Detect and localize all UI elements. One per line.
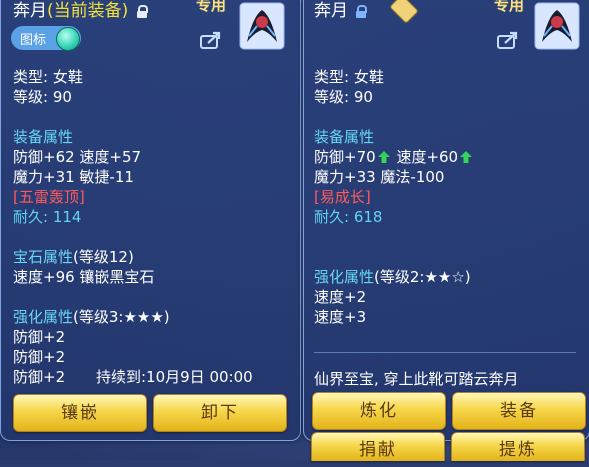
item-level: 等级: 90	[13, 88, 72, 106]
durability: 耐久: 618	[314, 208, 383, 226]
attr-line-1: 防御+70 速度+60	[314, 146, 474, 167]
gem-attr-row: 宝石属性(等级12)	[13, 246, 134, 267]
enhance-attr-header: 强化属性	[314, 268, 375, 286]
item-title: 奔月	[314, 0, 368, 21]
toggle-label: 图标	[20, 33, 47, 48]
item-description: 仙界至宝, 穿上此靴可踏云奔月	[314, 370, 519, 388]
attr-line-2: 魔力+31 敏捷-11	[13, 168, 134, 186]
gem-level: (等级12)	[73, 248, 134, 266]
enhance-line: 速度+3	[314, 308, 367, 326]
compare-equipment-panel: 奔月 专用 类型: 女鞋 等级: 90 装备属性 防御+70 速度+60 魔力+…	[303, 0, 589, 441]
enhance-line: 速度+2	[314, 288, 367, 306]
attr-line-2: 魔力+33 魔法-100	[314, 168, 445, 186]
defense-value: 防御+70	[314, 148, 376, 166]
up-arrow-icon	[460, 151, 473, 163]
enhance-line: 防御+2	[13, 368, 66, 386]
toggle-knob	[56, 27, 80, 51]
remove-button-label: 卸下	[201, 403, 239, 423]
donate-button[interactable]: 捐献	[311, 432, 445, 461]
enhance-level: (等级2:★★☆)	[374, 268, 471, 286]
enhance-attr-row: 强化属性(等级3:★★★)	[13, 306, 170, 327]
enhance-line: 防御+2	[13, 348, 66, 366]
equip-attr-header: 装备属性	[314, 128, 375, 146]
enhance-attr-header: 强化属性	[13, 308, 74, 326]
duration-text: 持续到:10月9日 00:00	[96, 368, 253, 386]
extract-button-label: 提炼	[499, 440, 537, 460]
item-level: 等级: 90	[314, 88, 373, 106]
exclusive-label: 专用	[196, 0, 227, 14]
special-skill: [易成长]	[314, 188, 371, 206]
inlay-button[interactable]: 镶嵌	[13, 394, 147, 432]
attr-line-1: 防御+62 速度+57	[13, 148, 142, 166]
jade-badge-icon	[389, 0, 419, 24]
gem-line: 速度+96 镶嵌黑宝石	[13, 268, 155, 286]
item-type: 类型: 女鞋	[314, 68, 384, 86]
extract-button[interactable]: 提炼	[451, 432, 585, 461]
current-equipment-panel: 奔月(当前装备) 专用 图标 类型: 女鞋 等级: 90 装备属性 防御+62 …	[0, 0, 301, 441]
item-title: 奔月(当前装备)	[13, 0, 148, 21]
remove-button[interactable]: 卸下	[153, 394, 287, 432]
current-equipment-tag: (当前装备)	[47, 1, 129, 21]
enhance-level: (等级3:★★★)	[73, 308, 170, 326]
portrait-icon	[239, 2, 285, 50]
lock-icon[interactable]	[356, 5, 368, 18]
item-name: 奔月	[314, 1, 348, 21]
lock-icon[interactable]	[136, 5, 148, 18]
icon-toggle[interactable]: 图标	[11, 26, 81, 51]
equip-button-label: 装备	[500, 401, 538, 421]
durability: 耐久: 114	[13, 208, 82, 226]
share-icon[interactable]	[199, 30, 223, 50]
speed-value: 速度+60	[396, 148, 459, 166]
gem-attr-header: 宝石属性	[13, 248, 74, 266]
enhance-line: 防御+2	[13, 328, 66, 346]
refine-button-label: 炼化	[360, 401, 398, 421]
enhance-attr-row: 强化属性(等级2:★★☆)	[314, 266, 471, 287]
equip-button[interactable]: 装备	[452, 392, 586, 430]
equip-attr-header: 装备属性	[13, 128, 74, 146]
divider	[314, 352, 576, 353]
item-type: 类型: 女鞋	[13, 68, 83, 86]
share-icon[interactable]	[496, 30, 520, 50]
up-arrow-icon	[377, 151, 390, 163]
donate-button-label: 捐献	[359, 440, 397, 460]
inlay-button-label: 镶嵌	[61, 403, 99, 423]
refine-button[interactable]: 炼化	[312, 392, 446, 430]
item-name: 奔月	[13, 1, 47, 21]
exclusive-label: 专用	[494, 0, 525, 14]
special-skill: [五雷轰顶]	[13, 188, 85, 206]
portrait-icon	[534, 2, 580, 50]
